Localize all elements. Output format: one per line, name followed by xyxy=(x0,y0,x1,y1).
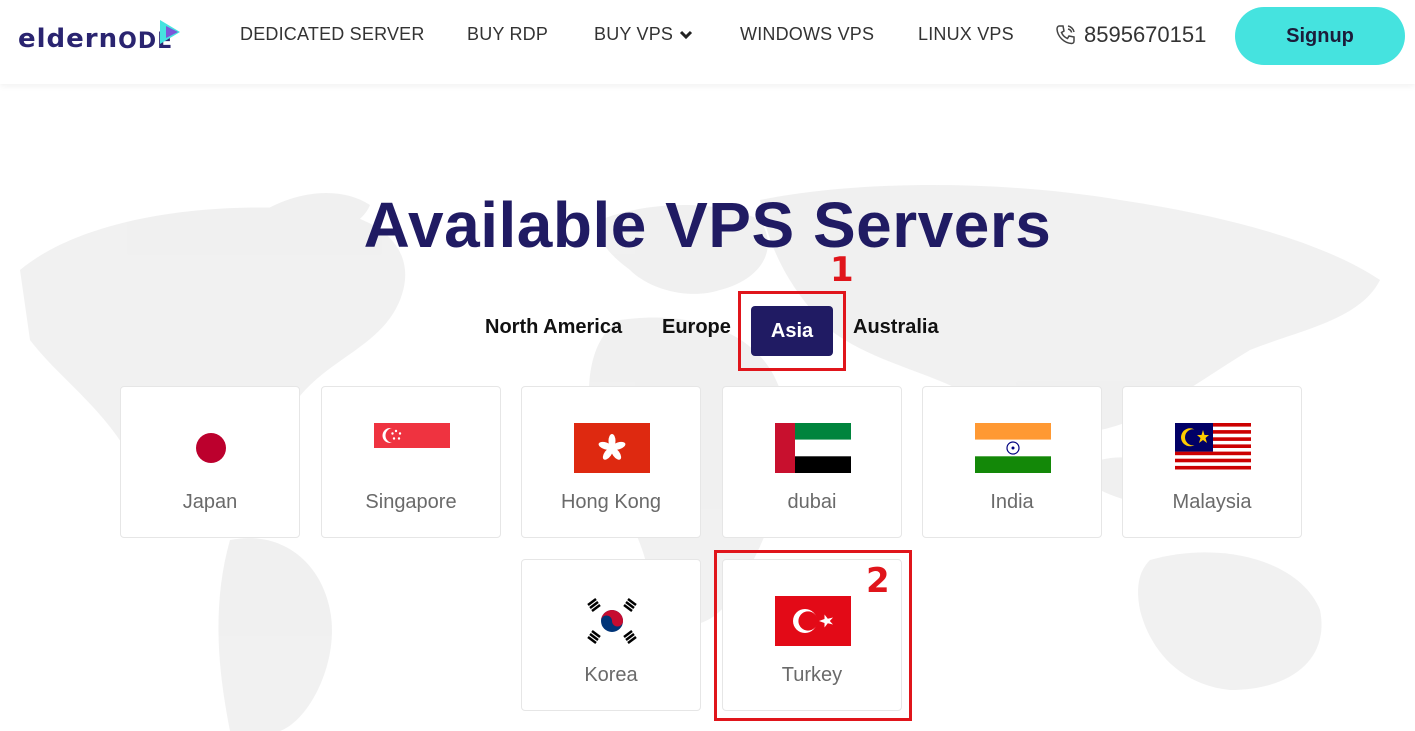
nav-linux-vps[interactable]: LINUX VPS xyxy=(918,24,1014,45)
signup-button[interactable]: Signup xyxy=(1235,7,1405,65)
country-card-hong-kong[interactable]: Hong Kong xyxy=(521,386,701,538)
eldernode-logo[interactable]: eldern ODE xyxy=(18,18,180,54)
logo-play-icon xyxy=(160,20,180,44)
country-card-dubai[interactable]: dubai xyxy=(722,386,902,538)
country-card-singapore[interactable]: Singapore xyxy=(321,386,501,538)
annotation-box-1 xyxy=(738,291,846,371)
country-card-india[interactable]: India xyxy=(922,386,1102,538)
country-name: dubai xyxy=(787,491,837,513)
country-name: Malaysia xyxy=(1172,491,1252,513)
uae-flag-icon xyxy=(775,423,851,473)
tab-europe[interactable]: Europe xyxy=(662,316,731,339)
japan-flag-icon xyxy=(196,433,226,463)
tab-north-america[interactable]: North America xyxy=(485,316,622,339)
country-name: India xyxy=(990,491,1034,513)
chevron-down-icon xyxy=(680,31,693,40)
site-header: eldern ODE DEDICATED SERVER BUY RDP BUY V… xyxy=(0,0,1415,84)
phone-contact[interactable]: 8595670151 xyxy=(1054,22,1206,48)
country-name: Japan xyxy=(182,491,238,513)
annotation-number-1: 1 xyxy=(830,250,854,290)
country-card-japan[interactable]: Japan xyxy=(120,386,300,538)
nav-windows-vps[interactable]: WINDOWS VPS xyxy=(740,24,874,45)
annotation-number-2: 2 xyxy=(866,561,890,601)
india-flag-icon xyxy=(975,423,1051,473)
nav-buy-rdp[interactable]: BUY RDP xyxy=(467,24,548,45)
phone-number: 8595670151 xyxy=(1084,22,1207,47)
logo-text-lower: eldern xyxy=(18,24,119,54)
country-card-malaysia[interactable]: Malaysia xyxy=(1122,386,1302,538)
hong-kong-flag-icon xyxy=(574,423,650,473)
singapore-flag-icon xyxy=(374,423,450,448)
nav-dedicated-server[interactable]: DEDICATED SERVER xyxy=(240,24,425,45)
phone-icon xyxy=(1056,25,1075,45)
country-name: Korea xyxy=(584,664,638,686)
country-name: Hong Kong xyxy=(560,491,662,513)
country-name: Singapore xyxy=(365,491,457,513)
nav-buy-vps[interactable]: BUY VPS xyxy=(594,24,693,45)
nav-buy-vps-label: BUY VPS xyxy=(594,24,674,44)
country-card-korea[interactable]: Korea xyxy=(521,559,701,711)
tab-australia[interactable]: Australia xyxy=(853,316,939,339)
page-title: Available VPS Servers xyxy=(363,189,1052,261)
korea-flag-icon xyxy=(574,596,650,646)
malaysia-flag-icon xyxy=(1175,423,1251,473)
